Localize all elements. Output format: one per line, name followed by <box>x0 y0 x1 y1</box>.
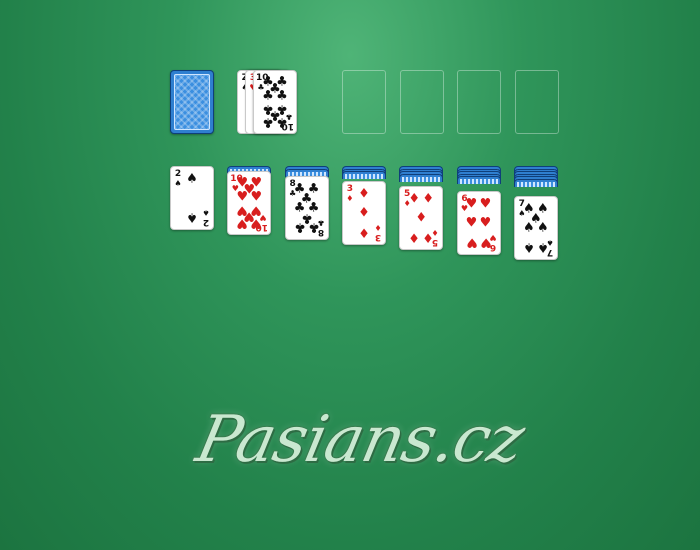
face-down-card <box>399 173 444 182</box>
suit-pip-icon: ♥ <box>465 196 478 212</box>
face-down-card <box>513 178 558 187</box>
suit-pip-icon: ♣ <box>262 88 274 103</box>
suit-pip-icon: ♥ <box>236 215 249 231</box>
card-pips: ♦ ♦ ♦ <box>354 186 374 240</box>
card-suit-icon: ♦ <box>374 223 382 232</box>
suit-pip-icon: ♦ <box>358 224 370 240</box>
tableau-card-col-1[interactable]: 2 ♠ 2 ♠ ♠ ♠ <box>170 166 214 230</box>
card-pips: ♦ ♦ ♦ ♦ ♦ <box>408 193 434 245</box>
suit-pip-icon: ♥ <box>479 215 492 231</box>
suit-pip-icon: ♣ <box>307 219 320 235</box>
suit-pip-icon: ♣ <box>293 219 306 235</box>
suit-pip-icon: ♠ <box>186 209 198 225</box>
suit-pip-icon: ♠ <box>186 171 198 187</box>
site-logo: Pasians.cz <box>190 403 530 477</box>
tableau-card-col-6[interactable]: 6 ♥ 6 ♥ ♥ ♥ ♥ ♥ ♥ ♥ <box>456 191 501 255</box>
face-down-card <box>341 171 386 179</box>
card-rank: 2 <box>202 217 210 227</box>
suit-pip-icon: ♣ <box>276 88 288 103</box>
suit-pip-icon: ♦ <box>422 229 435 245</box>
foundation-slot-1[interactable] <box>342 70 386 134</box>
suit-pip-icon: ♦ <box>408 229 421 245</box>
card-pips: ♥ ♥ ♥ ♥ ♥ ♥ ♥ ♥ ♥ ♥ <box>236 177 262 231</box>
tableau-card-col-2[interactable]: 10 ♥ 10 ♥ ♥ ♥ ♥ ♥ ♥ ♥ ♥ ♥ ♥ ♥ <box>227 171 272 235</box>
suit-pip-icon: ♥ <box>479 234 492 250</box>
foundation-slot-3[interactable] <box>457 70 501 134</box>
suit-pip-icon: ♣ <box>262 114 274 130</box>
tableau-card-col-3[interactable]: 8 ♣ 8 ♣ ♣ ♣ ♣ ♣ ♣ ♣ ♣ ♣ <box>284 176 329 240</box>
suit-pip-icon: ♦ <box>422 191 435 207</box>
card-rank: 3 <box>346 184 354 194</box>
stock-pile[interactable] <box>170 70 214 134</box>
card-rank: 2 <box>174 169 182 179</box>
suit-pip-icon: ♣ <box>276 114 288 130</box>
card-pips: ♣ ♣ ♣ ♣ ♣ ♣ ♣ ♣ <box>294 183 320 235</box>
tableau-card-col-5[interactable]: 5 ♦ 5 ♦ ♦ ♦ ♦ ♦ ♦ <box>399 186 444 250</box>
suit-pip-icon: ♦ <box>358 205 370 221</box>
card-pips: ♥ ♥ ♥ ♥ ♥ ♥ <box>466 198 492 250</box>
tableau-card-col-7[interactable]: 7 ♠ 7 ♠ ♠ ♠ ♠ ♠ ♠ ♠ ♠ <box>513 196 558 260</box>
suit-pip-icon: ♥ <box>479 196 492 212</box>
suit-pip-icon: ♥ <box>465 234 478 250</box>
suit-pip-icon: ♠ <box>522 220 535 236</box>
suit-pip-icon: ♠ <box>536 220 549 236</box>
card-rank: 3 <box>374 232 382 242</box>
suit-pip-icon: ♦ <box>358 186 370 202</box>
card-pips: ♠ ♠ ♠ ♠ ♠ ♠ ♠ <box>523 203 549 255</box>
card-bottom-index: 2 ♠ <box>201 208 211 227</box>
card-pips: ♠ ♠ <box>182 171 202 225</box>
card-suit-icon: ♠ <box>202 208 210 217</box>
suit-pip-icon: ♥ <box>465 215 478 231</box>
game-table: Z♠Z♠3♥3♥♥♥♥10♣10♣♣♣♣♣♣♣♣♣♣♣ 2♠2♠♠♠10♥10♥… <box>0 0 700 550</box>
card-pips: ♣ ♣ ♣ ♣ ♣ ♣ ♣ ♣ ♣ ♣ <box>262 76 288 130</box>
suit-pip-icon: ♥ <box>250 189 263 204</box>
face-down-card <box>456 176 501 184</box>
suit-pip-icon: ♥ <box>250 215 263 231</box>
tableau-card-col-4[interactable]: 3 ♦ 3 ♦ ♦ ♦ ♦ <box>341 181 386 245</box>
suit-pip-icon: ♠ <box>536 239 549 255</box>
suit-pip-icon: ♦ <box>408 191 421 207</box>
foundation-slot-4[interactable] <box>514 70 559 134</box>
foundation-slot-2[interactable] <box>399 70 444 134</box>
waste-card[interactable]: 10 ♣ 10 ♣ ♣ ♣ ♣ ♣ ♣ ♣ ♣ ♣ ♣ ♣ <box>253 70 297 134</box>
suit-pip-icon: ♦ <box>415 210 428 226</box>
card-bottom-index: 3 ♦ <box>373 223 383 242</box>
suit-pip-icon: ♠ <box>522 239 535 255</box>
suit-pip-icon: ♥ <box>236 189 249 204</box>
